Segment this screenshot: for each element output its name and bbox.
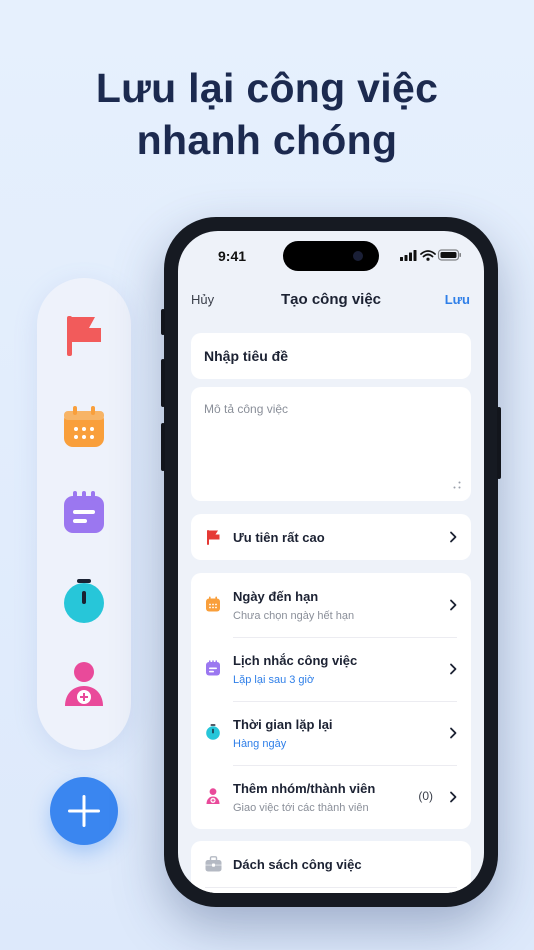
power-button [497,407,501,479]
chevron-right-icon [450,599,457,611]
reminder-title: Lịch nhắc công việc [233,653,358,668]
volume-down-button [161,423,165,471]
repeat-row[interactable]: Thời gian lặp lại Hàng ngày [191,701,471,765]
flag-icon [67,316,101,356]
page-title: Tạo công việc [280,291,382,308]
divider [205,887,457,888]
headline-line-1: Lưu lại công việc [95,65,439,111]
title-placeholder: Nhập tiêu đề [204,348,289,364]
phone-frame: 9:41 Hủy Tạo công việc Lưu Nhập tiêu đề … [161,217,501,907]
chevron-right-icon [450,663,457,675]
dynamic-island [283,241,379,271]
repeat-subtitle: Hàng ngày [233,738,287,750]
save-button[interactable]: Lưu [445,292,470,307]
reminder-icon [206,660,220,676]
app-screen: 9:41 Hủy Tạo công việc Lưu Nhập tiêu đề … [178,231,484,893]
timer-icon [206,724,220,740]
volume-up-button [161,359,165,407]
add-member-row[interactable]: Thêm nhóm/thành viên Giao việc tới các t… [191,765,471,829]
task-list-label: Dách sách công việc [233,857,362,872]
add-member-subtitle: Giao việc tới các thành viên [233,802,369,814]
briefcase-icon [205,856,222,872]
chevron-right-icon [450,727,457,739]
add-button[interactable] [50,777,118,845]
description-placeholder: Mô tả công việc [204,402,289,416]
plus-icon [68,795,100,827]
description-field[interactable]: Mô tả công việc [191,387,471,501]
resize-handle-icon[interactable] [453,481,461,489]
task-list-card: Dách sách công việc [191,841,471,893]
add-member-title: Thêm nhóm/thành viên [233,781,376,796]
priority-row[interactable]: Ưu tiên rất cao [191,514,471,560]
wifi-icon [420,250,436,258]
flag-icon [207,530,220,545]
calendar-icon [206,596,220,612]
priority-label: Ưu tiên rất cao [233,530,325,545]
due-date-title: Ngày đến hạn [233,589,319,604]
feature-palette [37,278,131,750]
chevron-right-icon [450,791,457,803]
reminder-row[interactable]: Lịch nhắc công việc Lặp lại sau 3 giờ [191,637,471,701]
timer-icon [64,579,104,623]
repeat-title: Thời gian lặp lại [233,717,333,732]
reminder-subtitle: Lặp lại sau 3 giờ [233,674,315,686]
reminder-icon [64,491,104,533]
due-date-subtitle: Chưa chọn ngày hết hạn [233,610,355,622]
task-list-row[interactable]: Dách sách công việc [191,841,471,887]
member-count: (0) [418,789,433,803]
status-bar: 9:41 [178,231,484,275]
nav-bar: Hủy Tạo công việc Lưu [178,289,484,311]
chevron-right-icon [450,531,457,543]
camera-dot [353,251,363,261]
calendar-icon [64,406,104,447]
headline-line-2: nhanh chóng [136,117,398,163]
status-time: 9:41 [218,248,247,264]
due-date-row[interactable]: Ngày đến hạn Chưa chọn ngày hết hạn [191,573,471,637]
signal-icon [400,250,417,261]
options-group: Ngày đến hạn Chưa chọn ngày hết hạn Lịch… [191,573,471,829]
status-icons [400,249,461,261]
mute-switch [161,309,165,335]
battery-icon [437,249,461,261]
add-member-icon [206,788,220,804]
add-member-icon [65,662,103,706]
headline: Lưu lại công việc nhanh chóng [0,62,534,166]
title-field[interactable]: Nhập tiêu đề [191,333,471,379]
